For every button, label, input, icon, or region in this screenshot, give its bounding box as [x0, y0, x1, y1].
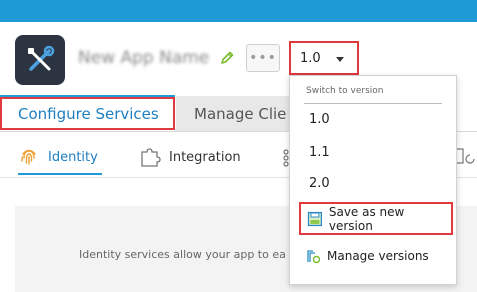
- tab-configure-services-label: Configure Services: [18, 104, 159, 123]
- tools-icon: [28, 45, 55, 71]
- version-option-1-1[interactable]: 1.1: [309, 145, 330, 160]
- caret-down-icon: [336, 57, 344, 62]
- tab-configure-services[interactable]: Configure Services: [0, 97, 175, 130]
- app-icon: [15, 35, 65, 85]
- manage-versions-button[interactable]: Manage versions: [305, 246, 429, 266]
- manage-versions-icon: [307, 250, 321, 264]
- save-as-new-version-button[interactable]: Save as new version: [299, 202, 453, 235]
- manage-versions-label: Manage versions: [327, 249, 429, 263]
- active-subtab-indicator: [18, 173, 102, 175]
- more-label: •••: [249, 50, 277, 66]
- puzzle-icon: [141, 148, 161, 167]
- save-version-icon: [307, 211, 323, 226]
- dropdown-divider: [304, 103, 442, 104]
- app-name[interactable]: New App Name: [78, 48, 209, 68]
- tab-manage-clients-label: Manage Clie: [194, 104, 287, 123]
- top-bar: [0, 0, 477, 22]
- save-as-new-version-label: Save as new version: [328, 204, 405, 233]
- version-select[interactable]: 1.0: [289, 41, 359, 75]
- version-select-value: 1.0: [300, 50, 321, 66]
- version-option-1-0[interactable]: 1.0: [309, 112, 330, 127]
- fingerprint-icon: [21, 149, 36, 165]
- more-options-button[interactable]: •••: [246, 44, 280, 72]
- subtab-identity[interactable]: Identity: [18, 146, 98, 168]
- dropdown-header: Switch to version: [306, 86, 384, 96]
- subtab-integration-label: Integration: [169, 149, 241, 165]
- subtab-integration[interactable]: Integration: [139, 146, 241, 168]
- tab-manage-clients[interactable]: Manage Clie: [176, 96, 296, 131]
- subtab-identity-label: Identity: [48, 149, 98, 165]
- version-option-2-0[interactable]: 2.0: [309, 176, 330, 191]
- pencil-icon[interactable]: [219, 50, 235, 66]
